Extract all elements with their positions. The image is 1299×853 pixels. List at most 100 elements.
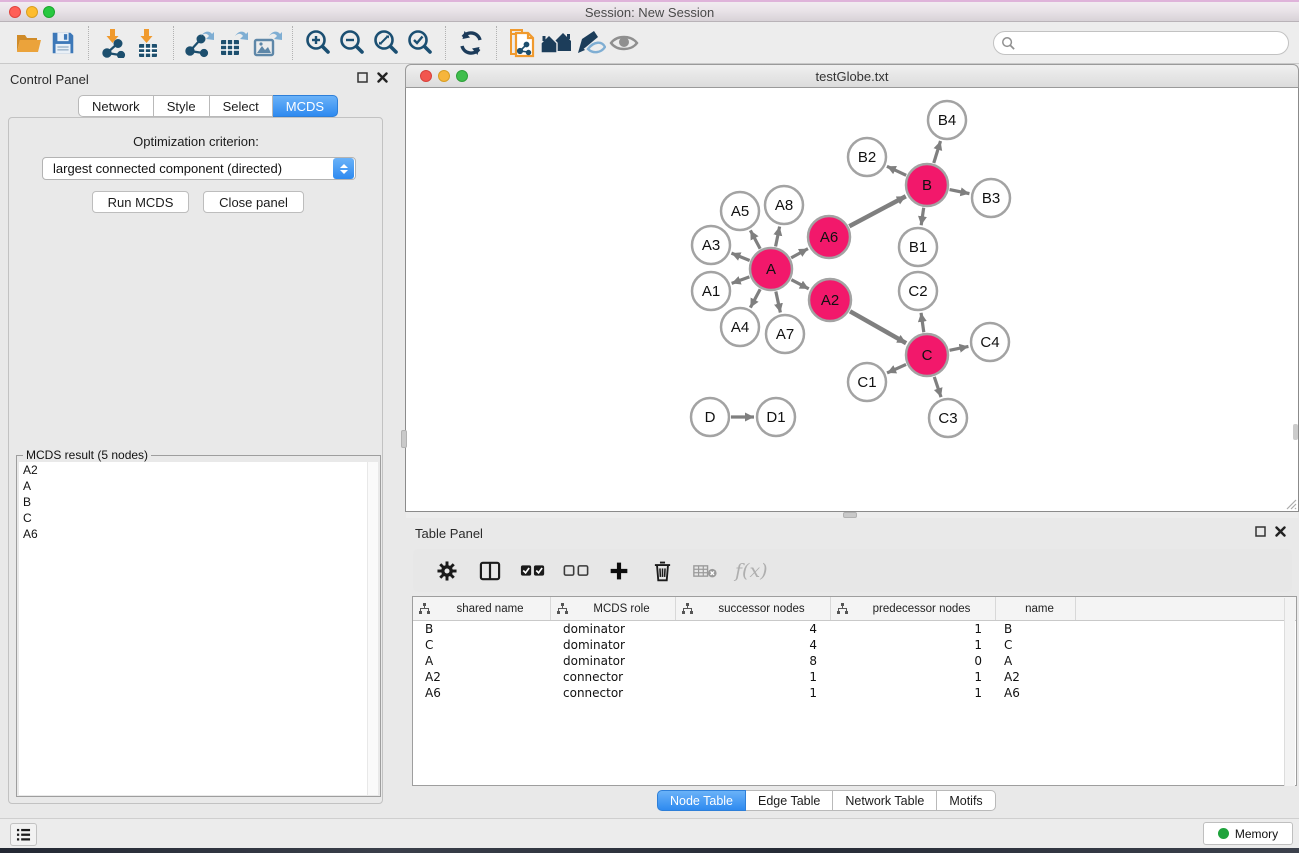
apply-layout-button[interactable] — [454, 26, 488, 60]
network-canvas[interactable]: AA1A2A3A4A5A6A7A8BB1B2B3B4CC1C2C3C4DD1 — [405, 88, 1299, 512]
table-row[interactable]: Cdominator41C — [413, 637, 1296, 653]
table-vertical-scrollbar[interactable] — [1284, 598, 1295, 786]
float-window-icon[interactable] — [357, 72, 368, 83]
select-all-columns-button[interactable] — [520, 558, 546, 584]
criterion-select-value: largest connected component (directed) — [43, 161, 333, 176]
graph-node-label: A1 — [702, 283, 720, 300]
column-header-predecessor-nodes[interactable]: predecessor nodes — [831, 597, 996, 620]
fit-content-button[interactable] — [369, 26, 403, 60]
gear-icon — [436, 560, 458, 582]
result-item[interactable]: A — [19, 478, 367, 494]
import-network-button[interactable] — [97, 26, 131, 60]
network-overview-button[interactable] — [539, 26, 573, 60]
table-cell: dominator — [551, 622, 676, 636]
tab-motifs[interactable]: Motifs — [937, 790, 995, 811]
column-header-successor-nodes[interactable]: successor nodes — [676, 597, 831, 620]
import-network-icon — [99, 28, 129, 58]
import-table-button[interactable] — [131, 26, 165, 60]
graph-edge-B-B1 — [921, 208, 924, 225]
delete-column-button[interactable] — [649, 558, 675, 584]
graph-edge-C-C3 — [934, 377, 941, 397]
tab-network[interactable]: Network — [78, 95, 154, 117]
import-table-icon — [133, 28, 163, 58]
result-item[interactable]: A6 — [19, 526, 367, 542]
graph-node-label: A8 — [775, 197, 793, 214]
network-window-titlebar[interactable]: testGlobe.txt — [405, 64, 1299, 88]
ndex-network-button[interactable] — [505, 26, 539, 60]
float-table-panel-icon[interactable] — [1255, 526, 1266, 537]
table-settings-button[interactable] — [434, 558, 460, 584]
graph-node-label: C — [922, 347, 933, 364]
table-row[interactable]: Bdominator41B — [413, 621, 1296, 637]
tab-node-table[interactable]: Node Table — [657, 790, 746, 811]
network-horizontal-scrollbar[interactable] — [843, 512, 857, 518]
select-stepper-icon — [333, 158, 354, 179]
document-network-icon — [507, 27, 537, 59]
tab-mcds[interactable]: MCDS — [273, 95, 338, 117]
zoom-selected-button[interactable] — [403, 26, 437, 60]
close-table-panel-icon[interactable] — [1275, 526, 1286, 537]
delete-table-button[interactable] — [692, 558, 718, 584]
criterion-select[interactable]: largest connected component (directed) — [42, 157, 356, 180]
graph-node-label: A6 — [820, 229, 838, 246]
graph-node-label: C3 — [938, 410, 957, 427]
column-header-name[interactable]: name — [996, 597, 1076, 620]
table-row[interactable]: Adominator80A — [413, 653, 1296, 669]
graph-node-label: A7 — [776, 326, 794, 343]
folder-open-icon — [14, 30, 44, 56]
control-panel-tabs: Network Style Select MCDS — [78, 95, 338, 117]
search-icon — [1001, 36, 1016, 51]
export-table-button[interactable] — [216, 26, 250, 60]
result-list-scrollbar[interactable] — [367, 462, 378, 795]
graph-node-label: B1 — [909, 239, 927, 256]
hierarchy-icon — [837, 603, 848, 614]
task-history-button[interactable] — [10, 823, 37, 846]
double-house-icon — [539, 29, 573, 57]
network-vertical-scrollbar[interactable] — [401, 430, 407, 448]
table-panel-tabs: Node Table Edge Table Network Table Moti… — [657, 790, 996, 811]
zoom-out-button[interactable] — [335, 26, 369, 60]
column-header-MCDS-role[interactable]: MCDS role — [551, 597, 676, 620]
table-cell: A — [413, 654, 551, 668]
zoom-fit-icon — [371, 28, 401, 58]
search-field — [993, 31, 1289, 55]
memory-button[interactable]: Memory — [1203, 822, 1293, 845]
result-item[interactable]: B — [19, 494, 367, 510]
tab-style[interactable]: Style — [154, 95, 210, 117]
export-network-button[interactable] — [182, 26, 216, 60]
create-column-button[interactable] — [606, 558, 632, 584]
open-session-button[interactable] — [12, 26, 46, 60]
result-item[interactable]: C — [19, 510, 367, 526]
network-right-scrollbar[interactable] — [1293, 424, 1298, 440]
network-graph[interactable]: AA1A2A3A4A5A6A7A8BB1B2B3B4CC1C2C3C4DD1 — [406, 88, 1298, 510]
graph-node-label: D — [705, 409, 716, 426]
close-panel-icon[interactable] — [377, 72, 388, 83]
table-cell: C — [413, 638, 551, 652]
search-input[interactable] — [993, 31, 1289, 55]
export-image-button[interactable] — [250, 26, 284, 60]
graph-node-label: C1 — [857, 374, 876, 391]
result-item[interactable]: A2 — [19, 462, 367, 478]
close-panel-button[interactable]: Close panel — [203, 191, 304, 213]
show-hide-button[interactable] — [607, 26, 641, 60]
graph-edge-B-B3 — [950, 190, 970, 194]
show-column-button[interactable] — [477, 558, 503, 584]
function-builder-button[interactable]: f(x) — [735, 558, 768, 584]
zoom-in-button[interactable] — [301, 26, 335, 60]
deselect-all-columns-button[interactable] — [563, 558, 589, 584]
annotation-mode-button[interactable] — [573, 26, 607, 60]
tab-select[interactable]: Select — [210, 95, 273, 117]
table-cell: B — [996, 622, 1076, 636]
tab-edge-table[interactable]: Edge Table — [746, 790, 833, 811]
app-title: Session: New Session — [0, 5, 1299, 20]
save-session-button[interactable] — [46, 26, 80, 60]
hierarchy-icon — [557, 603, 568, 614]
table-row[interactable]: A6connector11A6 — [413, 685, 1296, 701]
tab-network-table[interactable]: Network Table — [833, 790, 937, 811]
column-header-shared-name[interactable]: shared name — [413, 597, 551, 620]
resize-grip-icon[interactable] — [1283, 496, 1297, 510]
graph-node-label: A — [766, 261, 776, 278]
run-mcds-button[interactable]: Run MCDS — [92, 191, 189, 213]
plus-icon — [609, 561, 629, 581]
table-row[interactable]: A2connector11A2 — [413, 669, 1296, 685]
